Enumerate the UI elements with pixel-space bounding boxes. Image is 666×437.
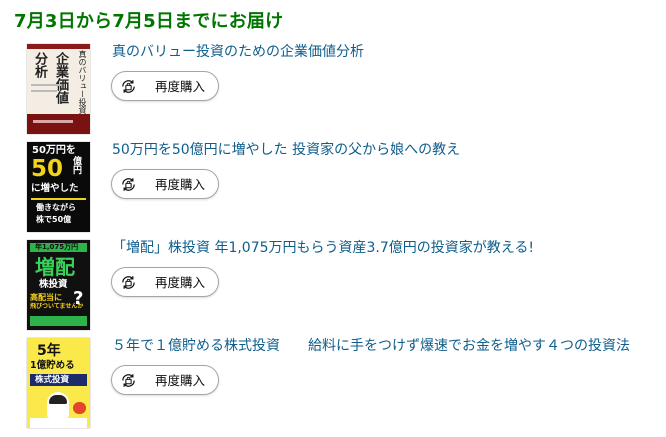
cover-text: 増配 bbox=[35, 255, 75, 279]
book-cover[interactable]: 真のバリュー投資 企業価値 分析 bbox=[27, 44, 90, 134]
cover-text: 億円 bbox=[71, 156, 81, 174]
order-item: 5年 1億貯める 株式投資 ５年で１億貯める株式投資 給料に手をつけず爆速でお金… bbox=[0, 338, 666, 434]
cover-text: 株で50億 bbox=[36, 215, 72, 224]
cover-text: 株投資 bbox=[39, 279, 68, 290]
delivery-heading: 7月3日から7月5日までにお届け bbox=[14, 11, 284, 32]
rebuy-bag-icon bbox=[122, 178, 135, 191]
book-cover[interactable]: 年1,075万円 増配 株投資 高配当に 飛びついてませんか ? bbox=[27, 240, 90, 330]
cover-text: 働きながら bbox=[36, 203, 76, 212]
rebuy-button-label: 再度購入 bbox=[155, 373, 206, 388]
cover-text: 50 bbox=[31, 156, 64, 182]
item-title-link[interactable]: ５年で１億貯める株式投資 給料に手をつけず爆速でお金を増やす４つの投資法 bbox=[112, 338, 630, 355]
rebuy-button-label: 再度購入 bbox=[155, 275, 206, 290]
order-item: 真のバリュー投資 企業価値 分析 真のバリュー投資のための企業価値分析 再度購入 bbox=[0, 44, 666, 140]
cover-text: 分析 bbox=[32, 52, 47, 78]
order-item: 50万円を 50 億円 に増やした 働きながら 株で50億 50万円を50億円に… bbox=[0, 142, 666, 238]
cover-text: 年1,075万円 bbox=[35, 243, 79, 251]
rebuy-button[interactable]: 再度購入 bbox=[111, 169, 219, 199]
cover-text: 真のバリュー投資 bbox=[78, 50, 87, 114]
item-title-link[interactable]: 「増配」株投資 年1,075万円もらう資産3.7億円の投資家が教える! bbox=[112, 240, 534, 257]
cover-text: 株式投資 bbox=[35, 375, 70, 385]
rebuy-button[interactable]: 再度購入 bbox=[111, 365, 219, 395]
item-title-link[interactable]: 50万円を50億円に増やした 投資家の父から娘への教え bbox=[112, 142, 460, 159]
rebuy-bag-icon bbox=[122, 80, 135, 93]
cover-text: 5年 bbox=[37, 343, 61, 359]
rebuy-button[interactable]: 再度購入 bbox=[111, 267, 219, 297]
rebuy-button-label: 再度購入 bbox=[155, 79, 206, 94]
cover-text: 1億貯める bbox=[30, 360, 75, 371]
cover-text: ? bbox=[73, 288, 84, 309]
cover-text: 企業価値 bbox=[53, 52, 68, 104]
rebuy-bag-icon bbox=[122, 276, 135, 289]
cover-text: に増やした bbox=[31, 183, 79, 194]
rebuy-button-label: 再度購入 bbox=[155, 177, 206, 192]
book-cover[interactable]: 5年 1億貯める 株式投資 bbox=[27, 338, 90, 428]
rebuy-button[interactable]: 再度購入 bbox=[111, 71, 219, 101]
item-title-link[interactable]: 真のバリュー投資のための企業価値分析 bbox=[112, 44, 364, 61]
order-item: 年1,075万円 増配 株投資 高配当に 飛びついてませんか ? 「増配」株投資… bbox=[0, 240, 666, 336]
cover-text: 50万円を bbox=[32, 145, 76, 156]
cover-text: 高配当に bbox=[30, 293, 62, 302]
book-cover[interactable]: 50万円を 50 億円 に増やした 働きながら 株で50億 bbox=[27, 142, 90, 232]
rebuy-bag-icon bbox=[122, 374, 135, 387]
